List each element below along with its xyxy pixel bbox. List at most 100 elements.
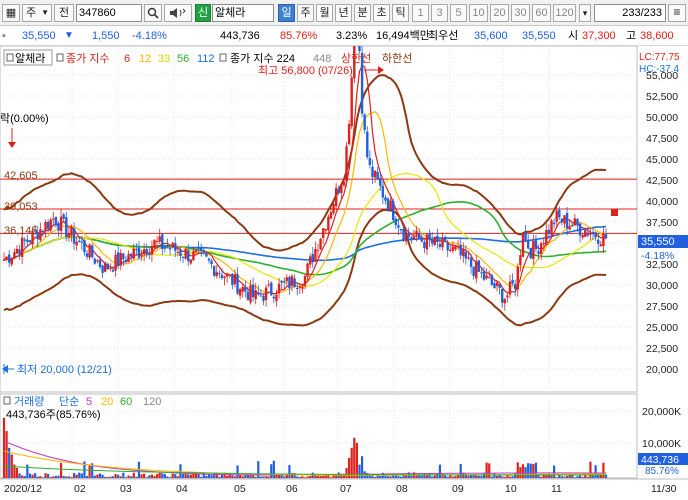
volume-bar: [153, 476, 156, 478]
volume-bar: [301, 476, 304, 478]
candle-body: [262, 295, 265, 301]
volume-tick-label: 20,000K: [642, 406, 681, 418]
price-axis: 55,00052,50050,00047,50045,00042,50040,0…: [646, 70, 678, 376]
candle-body: [316, 250, 320, 252]
candle-body: [379, 178, 382, 186]
candle-body: [67, 233, 71, 238]
list-icon[interactable]: ≡: [668, 4, 686, 22]
candle-body: [135, 249, 138, 251]
volume-bar: [88, 464, 91, 478]
candle-body: [225, 273, 229, 277]
volume-bar: [189, 474, 192, 478]
candle-body: [430, 238, 434, 244]
volume-bar: [485, 462, 488, 478]
candle-body: [597, 239, 600, 244]
candle-body: [259, 295, 263, 297]
stock-code-input[interactable]: 347860: [76, 4, 142, 22]
date-axis: 2020/12 02 03 04 05 06 07 08 09 10 11 11/30: [0, 478, 688, 495]
date-tick-label: 11/30: [651, 483, 677, 495]
marker-icon: [611, 209, 618, 216]
volume-bar: [521, 464, 525, 478]
search-icon[interactable]: [144, 4, 162, 22]
date-tick-label: 06: [286, 483, 298, 495]
volume-bar: [371, 475, 374, 478]
candle-body: [18, 249, 21, 255]
candle-body: [49, 219, 52, 231]
volume-bar: [174, 474, 177, 478]
volume-bar: [540, 476, 543, 478]
candle-body: [490, 274, 494, 285]
candle-body: [373, 170, 377, 178]
volume-bar: [140, 474, 143, 478]
candle-body: [168, 247, 172, 250]
interval-120[interactable]: 120: [553, 4, 576, 22]
volume-bar: [298, 477, 301, 478]
candle-body: [386, 198, 390, 211]
speaker-icon[interactable]: [164, 4, 192, 22]
period-year[interactable]: 년: [335, 4, 352, 22]
candle-body: [129, 253, 133, 257]
volume-bar: [316, 475, 320, 478]
candle-body: [106, 263, 109, 270]
candle-body: [501, 288, 504, 303]
candle-body: [420, 238, 423, 242]
interval-60[interactable]: 60: [532, 4, 551, 22]
candle-body: [13, 252, 16, 259]
candle-body: [558, 210, 561, 218]
ma-legend-6: 6: [124, 53, 130, 65]
volume-bar: [155, 474, 159, 478]
date-tick-label: 10: [505, 483, 517, 495]
interval-1[interactable]: 1: [412, 4, 429, 22]
interval-5[interactable]: 5: [450, 4, 467, 22]
open-value: 37,300: [582, 30, 616, 42]
candle-body: [511, 279, 514, 284]
period-day[interactable]: 일: [278, 4, 295, 22]
volume-bar: [2, 417, 6, 478]
price-chart[interactable]: 55,00052,50050,00047,50045,00042,50040,0…: [0, 0, 688, 500]
candle-body: [228, 274, 231, 276]
period-week[interactable]: 주: [297, 4, 314, 22]
candle-body: [425, 234, 429, 250]
settings-dropdown[interactable]: ▾: [579, 4, 591, 22]
chart-area[interactable]: 55,000 52,500 50,000 47,500 45,000 42,500 40,0…: [0, 0, 688, 500]
volume-bar: [438, 464, 442, 478]
volume-bar: [127, 475, 130, 478]
price-tick-label: 40,000: [646, 196, 678, 208]
ma-legend-title: 종가 지수: [66, 52, 110, 65]
stock-name-field[interactable]: 알체라: [212, 4, 274, 22]
hc-label: HC:-37.4: [639, 64, 679, 75]
volume-bar: [52, 476, 55, 478]
volume-bar: [106, 477, 109, 478]
candle-body: [340, 185, 343, 193]
period-dropdown[interactable]: 주 ▼: [22, 4, 52, 22]
period-month[interactable]: 월: [316, 4, 333, 22]
volume-bar: [495, 475, 499, 478]
best-ask: 35,600: [474, 30, 508, 42]
candle-body: [20, 237, 24, 257]
candle-body: [467, 257, 470, 259]
period-minute[interactable]: 분: [354, 4, 371, 22]
candle-body: [187, 250, 190, 262]
grid-icon[interactable]: ▦: [2, 4, 20, 22]
prev-button[interactable]: 전: [54, 4, 74, 22]
volume-ma-60: 60: [120, 396, 132, 408]
candle-body: [552, 222, 556, 225]
candle-body: [308, 256, 312, 265]
interval-10[interactable]: 10: [469, 4, 488, 22]
candle-body: [26, 239, 29, 242]
candle-body: [111, 269, 115, 272]
interval-30[interactable]: 30: [511, 4, 530, 22]
volume-bar: [586, 476, 589, 478]
volume-ma-title: 단순: [59, 395, 79, 408]
volume-bar: [166, 476, 169, 478]
volume-bar: [36, 476, 39, 478]
interval-3[interactable]: 3: [431, 4, 448, 22]
interval-20[interactable]: 20: [490, 4, 509, 22]
volume-bar: [602, 462, 605, 478]
period-tick[interactable]: 틱: [392, 4, 409, 22]
candle-body: [394, 218, 398, 226]
volume-bar: [553, 465, 556, 478]
price-tick-label: 27,500: [646, 301, 678, 313]
period-second[interactable]: 초: [373, 4, 390, 22]
volume-bar: [379, 475, 382, 478]
